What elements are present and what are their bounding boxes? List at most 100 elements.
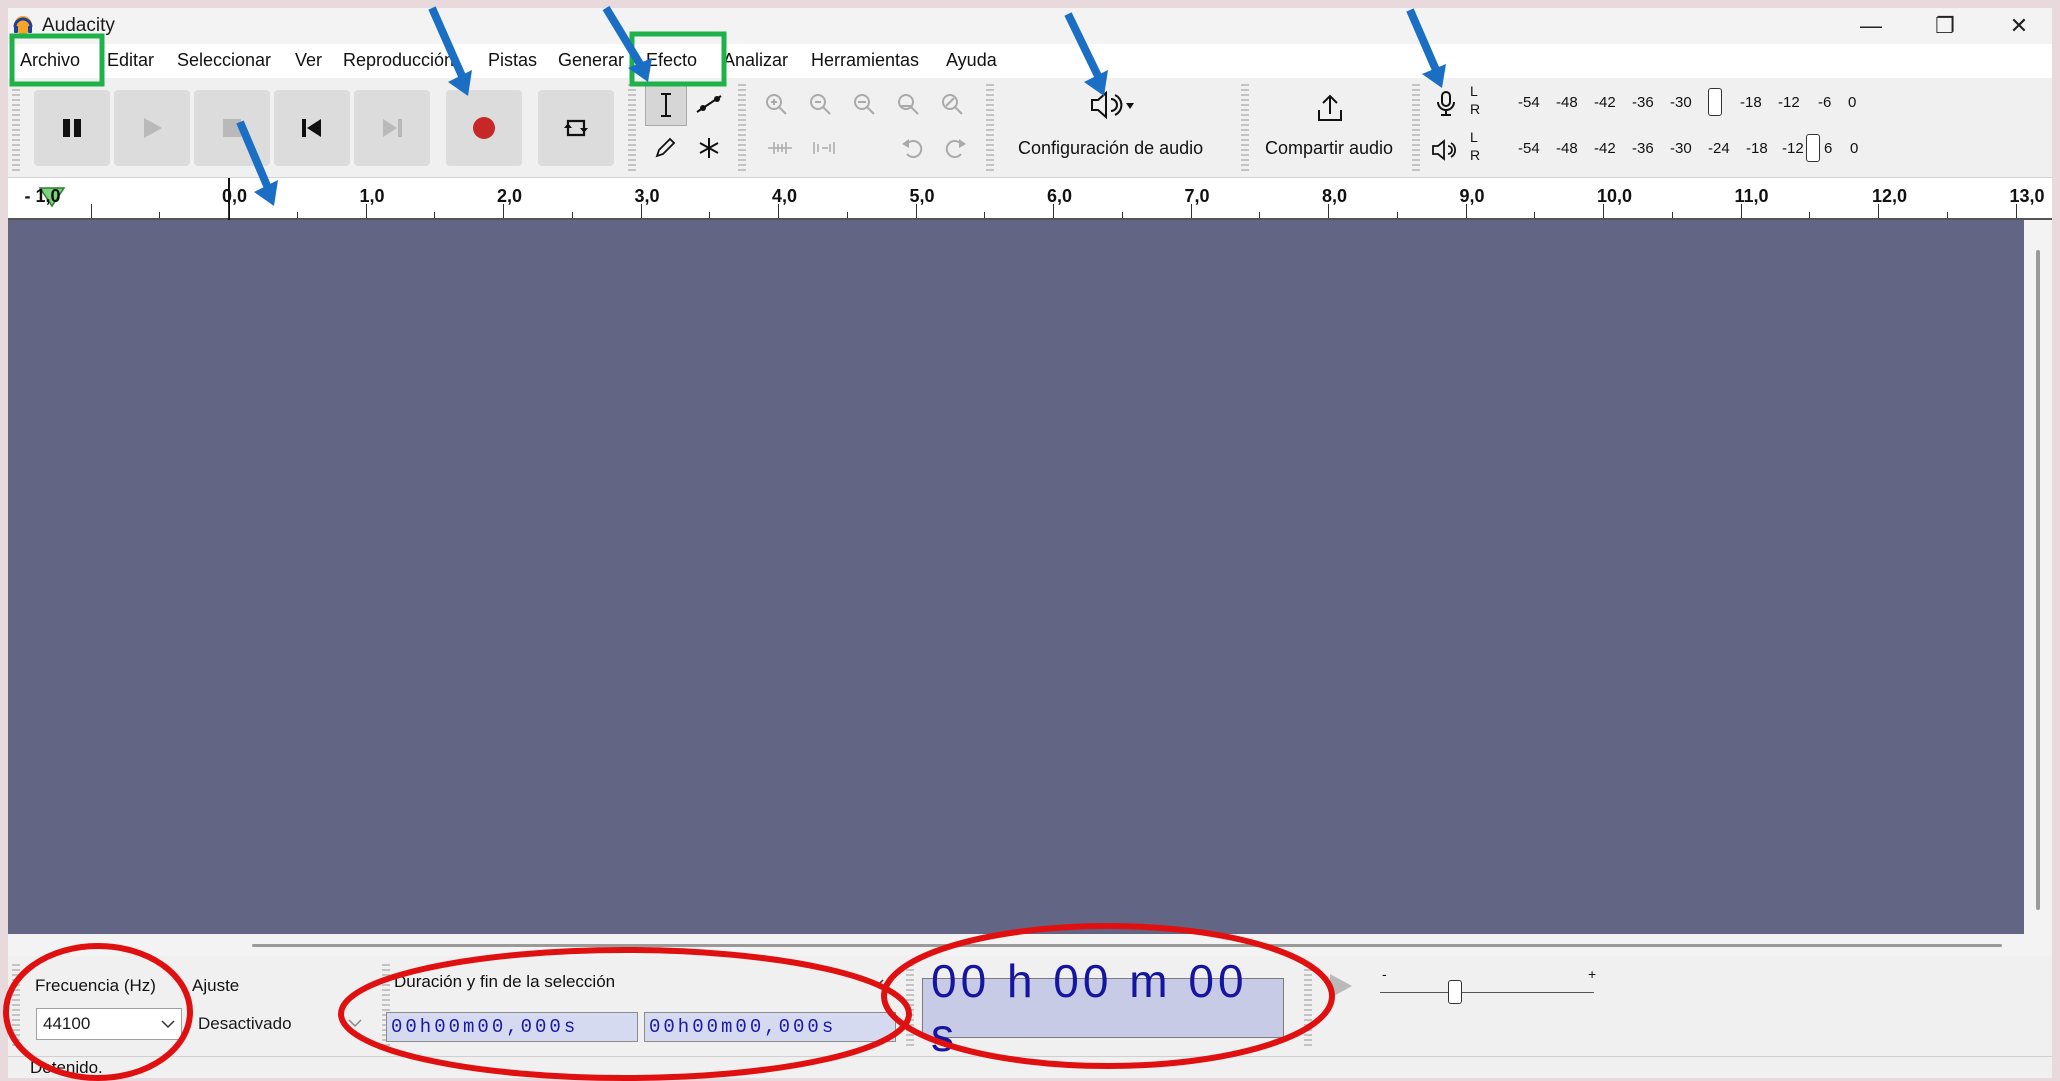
multi-tool-button[interactable] [689, 128, 729, 168]
fit-project-button[interactable] [888, 84, 928, 124]
share-icon [1318, 94, 1342, 121]
speaker-icon [1432, 139, 1457, 161]
record-volume-slider-thumb[interactable] [1708, 88, 1722, 116]
ruler-minor-tick [296, 212, 298, 218]
minimize-button[interactable]: — [1838, 8, 1904, 44]
playback-meter[interactable]: -54 -48 -42 -36 -30 -24 -18 -12 6 0 [1488, 132, 1868, 164]
ruler-minor-tick [159, 212, 161, 218]
menu-efecto[interactable]: Efecto [646, 50, 697, 71]
trim-button[interactable] [760, 128, 800, 168]
redo-button[interactable] [936, 128, 976, 168]
horizontal-scroll-thumb[interactable] [252, 944, 2002, 947]
toolbar-grip[interactable] [1304, 964, 1312, 1048]
ruler-minor-tick [1396, 212, 1398, 218]
menu-seleccionar[interactable]: Seleccionar [177, 50, 271, 71]
record-button[interactable] [446, 90, 522, 166]
ruler-label: 0,0 [222, 186, 248, 206]
toolbar-grip[interactable] [1241, 84, 1249, 172]
ruler-minor-tick [984, 212, 986, 218]
loop-button[interactable] [538, 90, 614, 166]
selection-tool-button[interactable] [645, 84, 687, 126]
speed-slider-thumb[interactable] [1448, 980, 1462, 1004]
toolbar-grip[interactable] [1412, 84, 1420, 172]
ruler-minor-tick [1671, 212, 1673, 218]
zoom-toggle-button[interactable] [932, 84, 972, 124]
loop-icon [564, 119, 588, 137]
restore-button[interactable]: ❐ [1912, 8, 1978, 44]
ruler-minor-tick [1809, 212, 1811, 218]
skip-start-icon [302, 119, 321, 137]
skip-to-start-button[interactable] [274, 90, 350, 166]
toolbar-grip[interactable] [628, 84, 636, 172]
audio-position-time[interactable]: 00 h 00 m 00 s [922, 955, 1284, 1061]
play-button[interactable] [114, 90, 190, 166]
meter-tick: -36 [1632, 94, 1654, 111]
timeline-ruler[interactable]: - 1,0 0,0 1,0 2,0 3,0 4,0 5,0 6,0 7,0 8,0 9,0 10,0 1… [8, 178, 2052, 220]
toolbar-grip[interactable] [906, 964, 914, 1048]
record-meter[interactable]: -54 -48 -42 -36 -30 -18 -12 -6 0 [1488, 86, 1868, 118]
ruler-major-tick [915, 204, 917, 218]
playback-speed-slider[interactable]: - + [1370, 966, 1600, 1006]
rate-select[interactable]: 44100 [36, 1008, 182, 1040]
zoom-in-button[interactable] [756, 84, 796, 124]
meter-tick: -30 [1670, 140, 1692, 157]
menu-pistas[interactable]: Pistas [488, 50, 537, 71]
audio-setup-button[interactable]: Configuración de audio [1000, 80, 1238, 176]
vertical-scrollbar[interactable] [2024, 220, 2052, 934]
ruler-label: - 1,0 [24, 186, 61, 206]
meter-tick: -18 [1740, 94, 1762, 111]
skip-to-end-button[interactable] [354, 90, 430, 166]
toolbar-grip[interactable] [986, 84, 994, 172]
pause-button[interactable] [34, 90, 110, 166]
track-area[interactable] [8, 220, 2024, 934]
menu-editar[interactable]: Editar [107, 50, 154, 71]
fit-selection-button[interactable] [844, 84, 884, 124]
snap-select[interactable]: Desactivado [192, 1008, 368, 1040]
selection-end-time[interactable]: 00h00m00,000s [644, 1012, 896, 1042]
menu-analizar[interactable]: Analizar [723, 50, 788, 71]
title-bar: Audacity — ❐ ✕ [8, 8, 2052, 44]
ruler-label: 6,0 [1047, 186, 1073, 206]
menu-ver[interactable]: Ver [295, 50, 322, 71]
stop-button[interactable] [194, 90, 270, 166]
undo-icon [902, 139, 923, 158]
ruler-major-tick [640, 204, 642, 218]
vertical-scroll-thumb[interactable] [2036, 250, 2040, 910]
menu-herramientas[interactable]: Herramientas [811, 50, 919, 71]
selection-start-time[interactable]: 00h00m00,000s [386, 1012, 638, 1042]
zoom-toggle-icon [942, 94, 963, 115]
speed-min-label: - [1382, 966, 1387, 982]
menu-generar[interactable]: Generar [558, 50, 624, 71]
ruler-minor-tick [1121, 212, 1123, 218]
play-at-speed-icon[interactable] [1326, 972, 1354, 1000]
meter-tick: -42 [1594, 94, 1616, 111]
share-audio-button[interactable]: Compartir audio [1256, 80, 1406, 176]
asterisk-icon [699, 138, 719, 158]
menu-archivo[interactable]: Archivo [20, 50, 80, 71]
snap-value: Desactivado [198, 1014, 292, 1033]
undo-button[interactable] [892, 128, 932, 168]
ruler-major-tick [1190, 204, 1192, 218]
ruler-major-tick [1465, 204, 1467, 218]
ruler-major-tick [2015, 204, 2017, 218]
draw-tool-button[interactable] [645, 128, 685, 168]
menu-ayuda[interactable]: Ayuda [946, 50, 997, 71]
horizontal-scrollbar[interactable] [8, 934, 2052, 956]
record-meter-button[interactable] [1426, 84, 1466, 124]
silence-button[interactable] [804, 128, 844, 168]
selection-mode-select[interactable]: Duración y fin de la selección [388, 968, 888, 998]
toolbar-grip[interactable] [12, 964, 20, 1048]
menu-reproduccion[interactable]: Reproducción [343, 50, 455, 71]
ruler-label: 3,0 [634, 186, 660, 206]
envelope-tool-button[interactable] [689, 84, 729, 124]
toolbar-grip[interactable] [12, 84, 20, 172]
ruler-major-tick [90, 204, 92, 218]
toolbar-grip[interactable] [738, 84, 746, 172]
playback-volume-slider-thumb[interactable] [1806, 134, 1820, 162]
playback-meter-button[interactable] [1426, 130, 1466, 170]
meter-tick: -12 [1782, 140, 1804, 157]
zoom-out-button[interactable] [800, 84, 840, 124]
close-button[interactable]: ✕ [1986, 8, 2052, 44]
status-text: Detenido. [30, 1058, 103, 1077]
ruler-major-tick [1603, 204, 1604, 218]
